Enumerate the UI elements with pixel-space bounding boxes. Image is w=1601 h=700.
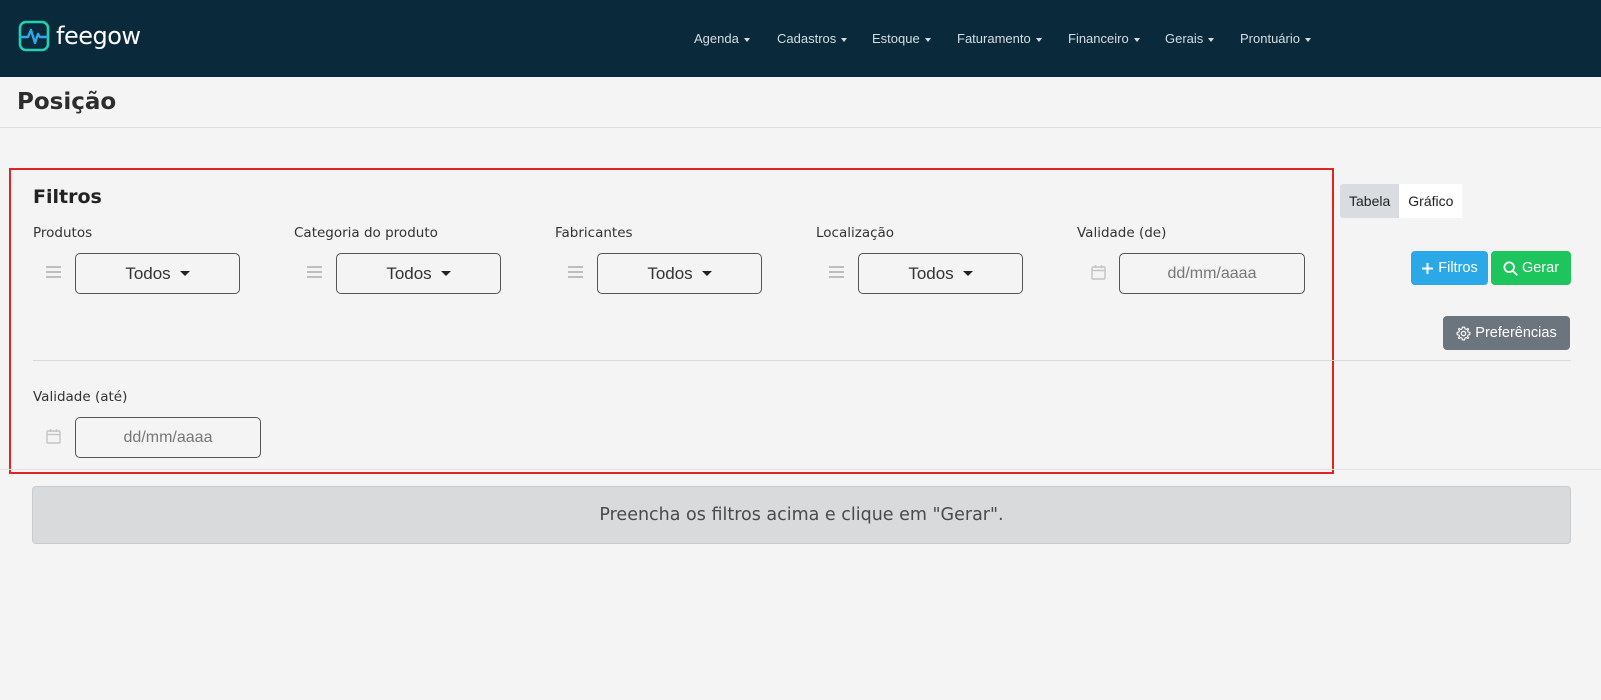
preferences-button[interactable]: Preferências [1443,316,1570,350]
validade-de-input[interactable] [1119,253,1305,294]
caret-down-icon [1304,37,1311,42]
filters-divider [33,360,1571,361]
preferencias-button-label: Preferências [1475,325,1557,341]
menu-label: Cadastros [777,31,837,46]
caret-down-icon [962,271,973,276]
generate-button[interactable]: Gerar [1491,251,1571,285]
menu-item-agenda[interactable]: Agenda [694,31,750,46]
caret-down-icon [440,271,451,276]
calendar-icon [46,429,61,444]
menu-item-gerais[interactable]: Gerais [1165,31,1215,46]
filtros-button-label: Filtros [1438,260,1478,276]
drag-handle-icon[interactable] [568,266,583,278]
menu-item-financeiro[interactable]: Financeiro [1068,31,1140,46]
gerar-button-label: Gerar [1521,260,1560,276]
caret-down-icon [701,271,712,276]
caret-down-icon [1208,37,1215,42]
search-icon [1503,260,1518,276]
fabricantes-value: Todos [647,263,693,283]
caret-down-icon [1035,37,1042,42]
calendar-icon [1091,265,1106,280]
caret-down-icon [841,37,848,42]
drag-handle-icon[interactable] [829,266,844,278]
caret-down-icon [743,37,750,42]
menu-item-estoque[interactable]: Estoque [872,31,931,46]
menu-label: Prontuário [1240,31,1300,46]
top-navbar: feegow Agenda Cadastros Estoque Faturame… [0,0,1601,77]
feegow-logo[interactable]: feegow [18,20,141,52]
validade-ate-input[interactable] [75,417,261,458]
empty-state-message: Preencha os filtros acima e clique em "G… [32,486,1571,544]
menu-label: Estoque [872,31,920,46]
title-divider [0,127,1601,128]
menu-item-cadastros[interactable]: Cadastros [777,31,848,46]
logo-text: feegow [56,22,141,50]
view-toggle: Tabela Gráfico [1340,184,1463,218]
produtos-select[interactable]: Todos [75,253,240,294]
localizacao-select[interactable]: Todos [858,253,1023,294]
menu-item-faturamento[interactable]: Faturamento [957,31,1042,46]
fabricantes-select[interactable]: Todos [597,253,762,294]
menu-label: Agenda [694,31,739,46]
produtos-value: Todos [125,263,171,283]
plus-icon [1422,262,1434,274]
fabricantes-label: Fabricantes [555,225,633,241]
produtos-label: Produtos [33,225,93,241]
heartbeat-logo-icon [18,20,50,52]
categoria-select[interactable]: Todos [336,253,501,294]
drag-handle-icon[interactable] [307,266,322,278]
categoria-label: Categoria do produto [294,225,438,241]
localizacao-value: Todos [908,263,954,283]
validade-de-label: Validade (de) [1077,225,1167,241]
page-title: Posição [17,89,117,115]
menu-item-prontuario[interactable]: Prontuário [1240,31,1311,46]
caret-down-icon [1133,37,1140,42]
validade-ate-label: Validade (até) [33,389,128,405]
caret-down-icon [924,37,931,42]
caret-down-icon [179,271,190,276]
filters-heading: Filtros [33,186,102,208]
localizacao-label: Localização [816,225,895,241]
tabela-toggle-button[interactable]: Tabela [1340,184,1400,218]
grafico-toggle-button[interactable]: Gráfico [1399,184,1463,218]
menu-label: Financeiro [1068,31,1129,46]
menu-label: Gerais [1165,31,1204,46]
categoria-value: Todos [386,263,432,283]
menu-label: Faturamento [957,31,1031,46]
gear-icon [1456,326,1471,340]
empty-state-text: Preencha os filtros acima e clique em "G… [599,505,1004,525]
drag-handle-icon[interactable] [46,266,61,278]
section-divider [0,469,1601,470]
add-filters-button[interactable]: Filtros [1411,251,1488,285]
